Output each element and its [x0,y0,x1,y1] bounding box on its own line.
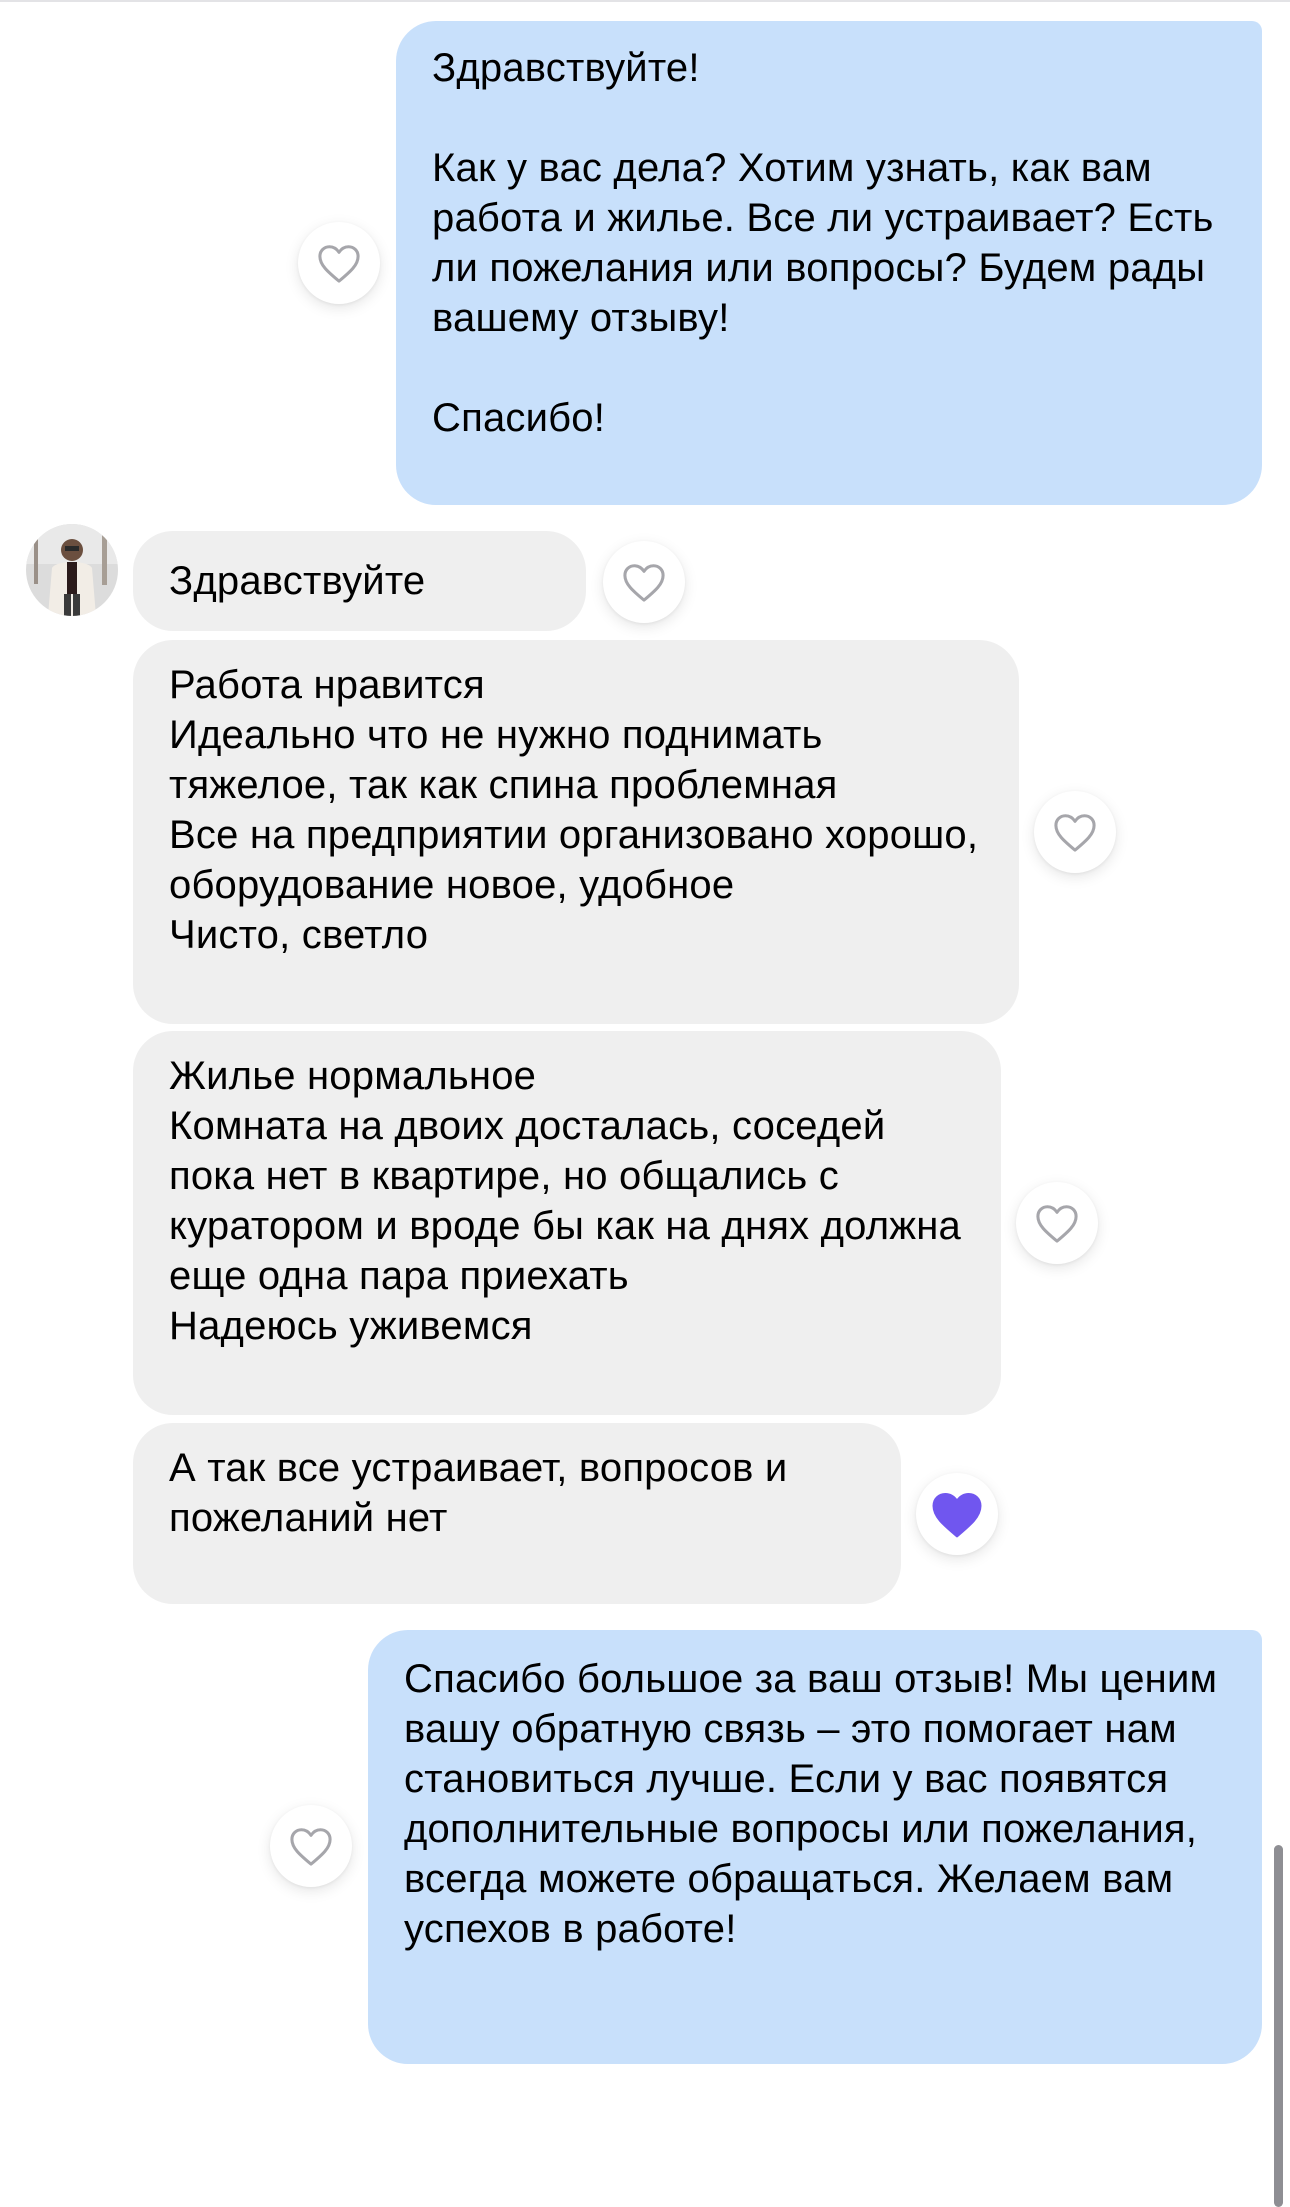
user-avatar[interactable] [26,524,118,616]
heart-outline-icon [1036,1205,1078,1243]
message-bubble-incoming[interactable]: Здравствуйте [133,531,586,631]
heart-outline-icon [290,1828,332,1866]
message-bubble-incoming[interactable]: Жилье нормальное Комната на двоих достал… [133,1031,1001,1415]
like-button[interactable] [603,541,685,623]
heart-outline-icon [1054,814,1096,852]
like-button[interactable] [270,1805,352,1887]
message-bubble-outgoing[interactable]: Спасибо большое за ваш отзыв! Мы ценим в… [368,1630,1262,2064]
scrollbar[interactable] [1274,1845,1283,2207]
heart-filled-icon [932,1492,982,1538]
heart-outline-icon [318,245,360,283]
message-bubble-incoming[interactable]: Работа нравится Идеально что не нужно по… [133,640,1019,1024]
like-button[interactable] [1034,791,1116,873]
top-divider [0,0,1290,2]
message-bubble-incoming[interactable]: А так все устраивает, вопросов и пожелан… [133,1423,901,1604]
like-button[interactable] [1016,1182,1098,1264]
message-bubble-outgoing[interactable]: Здравствуйте! Как у вас дела? Хотим узна… [396,21,1262,505]
like-button-active[interactable] [916,1473,998,1555]
like-button[interactable] [298,222,380,304]
heart-outline-icon [623,564,665,602]
